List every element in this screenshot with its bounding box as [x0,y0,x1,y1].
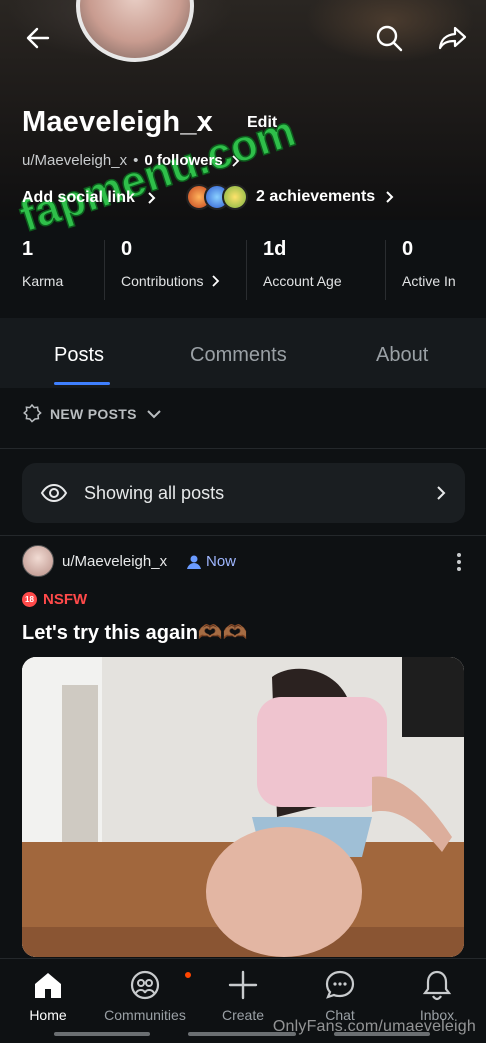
followers-count: 0 followers [144,152,223,169]
stat-value: 0 [121,238,133,260]
home-icon [35,973,61,998]
stat-label: Account Age [263,273,342,289]
communities-icon [130,970,160,1000]
footer-watermark: OnlyFans.com/umaeveleigh [272,1018,476,1035]
search-button[interactable] [371,20,407,56]
stat-value: 0 [402,238,414,260]
achievements-button[interactable]: 2 achievements [186,184,395,210]
divider [385,240,386,300]
share-icon [438,26,467,50]
nav-inbox[interactable]: Inbox [392,967,482,1023]
stat-value: 1 [22,238,34,260]
profile-stats: 1 Karma 0 Contributions 1d Account Age 0… [0,238,486,308]
profile-banner [0,0,486,110]
nav-label: Home [29,1007,67,1023]
post-time: Now [186,553,236,570]
chevron-right-icon [211,275,219,287]
nav-communities[interactable]: Communities [100,967,193,1023]
stat-account-age: 1d Account Age [263,238,342,289]
back-button[interactable] [20,20,56,56]
stat-label: Active In [402,273,456,289]
active-tab-indicator [54,382,110,385]
divider [0,535,486,536]
sort-label: NEW POSTS [50,406,137,422]
handle-row[interactable]: u/Maeveleigh_x • 0 followers [22,152,241,169]
chevron-right-icon [232,154,239,167]
stat-value: 1d [263,238,287,260]
post-title[interactable]: Let's try this again🫶🏾🫶🏾 [22,620,248,645]
profile-display-name: Maeveleigh_x [22,106,213,138]
stat-active-in: 0 Active In [402,238,456,289]
edit-profile-button[interactable]: Edit [247,114,277,132]
chevron-right-icon [437,486,446,500]
plus-icon [228,970,258,1000]
gesture-bar [54,1032,150,1036]
stat-label: Karma [22,273,64,289]
add-social-link-button[interactable]: Add social link [22,189,157,207]
bell-icon [422,970,452,1001]
post-photo [22,657,464,957]
nsfw-label: NSFW [43,591,88,608]
nav-label: Communities [104,1007,186,1023]
post-overflow-menu-button[interactable] [447,550,471,574]
post-image[interactable] [22,657,464,957]
sparkle-badge-icon [23,404,42,423]
post-filter-label: Showing all posts [84,482,225,503]
nsfw-tag: 18 NSFW [22,591,87,608]
achievement-badges [186,184,248,210]
divider [246,240,247,300]
stat-contributions[interactable]: 0 Contributions [121,238,220,289]
nav-home[interactable]: Home [3,967,93,1023]
profile-tabs: Posts Comments About [0,318,486,388]
user-icon [187,555,201,569]
post-filter-button[interactable]: Showing all posts [22,463,465,523]
chevron-right-icon [386,191,394,203]
post-author-avatar[interactable] [22,545,54,577]
achievement-badge-icon [222,184,248,210]
sort-dropdown[interactable]: NEW POSTS [22,404,163,424]
share-button[interactable] [435,20,471,56]
chat-icon [325,970,355,999]
achievements-label: 2 achievements [256,188,376,205]
nav-label: Create [221,1007,265,1023]
tab-about[interactable]: About [376,344,428,367]
search-icon [376,25,403,52]
eye-icon [40,483,68,503]
post-time-label: Now [206,553,237,570]
post-author[interactable]: u/Maeveleigh_x [62,553,167,570]
divider [0,448,486,449]
stat-label: Contributions [121,273,204,289]
nav-create[interactable]: Create [198,967,288,1023]
divider [104,240,105,300]
profile-handle: u/Maeveleigh_x [22,152,128,169]
tab-comments[interactable]: Comments [190,344,287,367]
add-social-link-label: Add social link [22,189,135,206]
nav-chat[interactable]: Chat [295,967,385,1023]
bullet-separator: • [133,152,139,169]
notification-dot [183,970,193,980]
nsfw-icon: 18 [22,592,37,607]
arrow-left-icon [26,27,50,49]
chevron-down-icon [147,410,161,419]
stat-karma: 1 Karma [22,238,63,289]
more-vertical-icon [457,553,461,571]
chevron-right-icon [148,192,156,204]
tab-posts[interactable]: Posts [54,344,104,367]
